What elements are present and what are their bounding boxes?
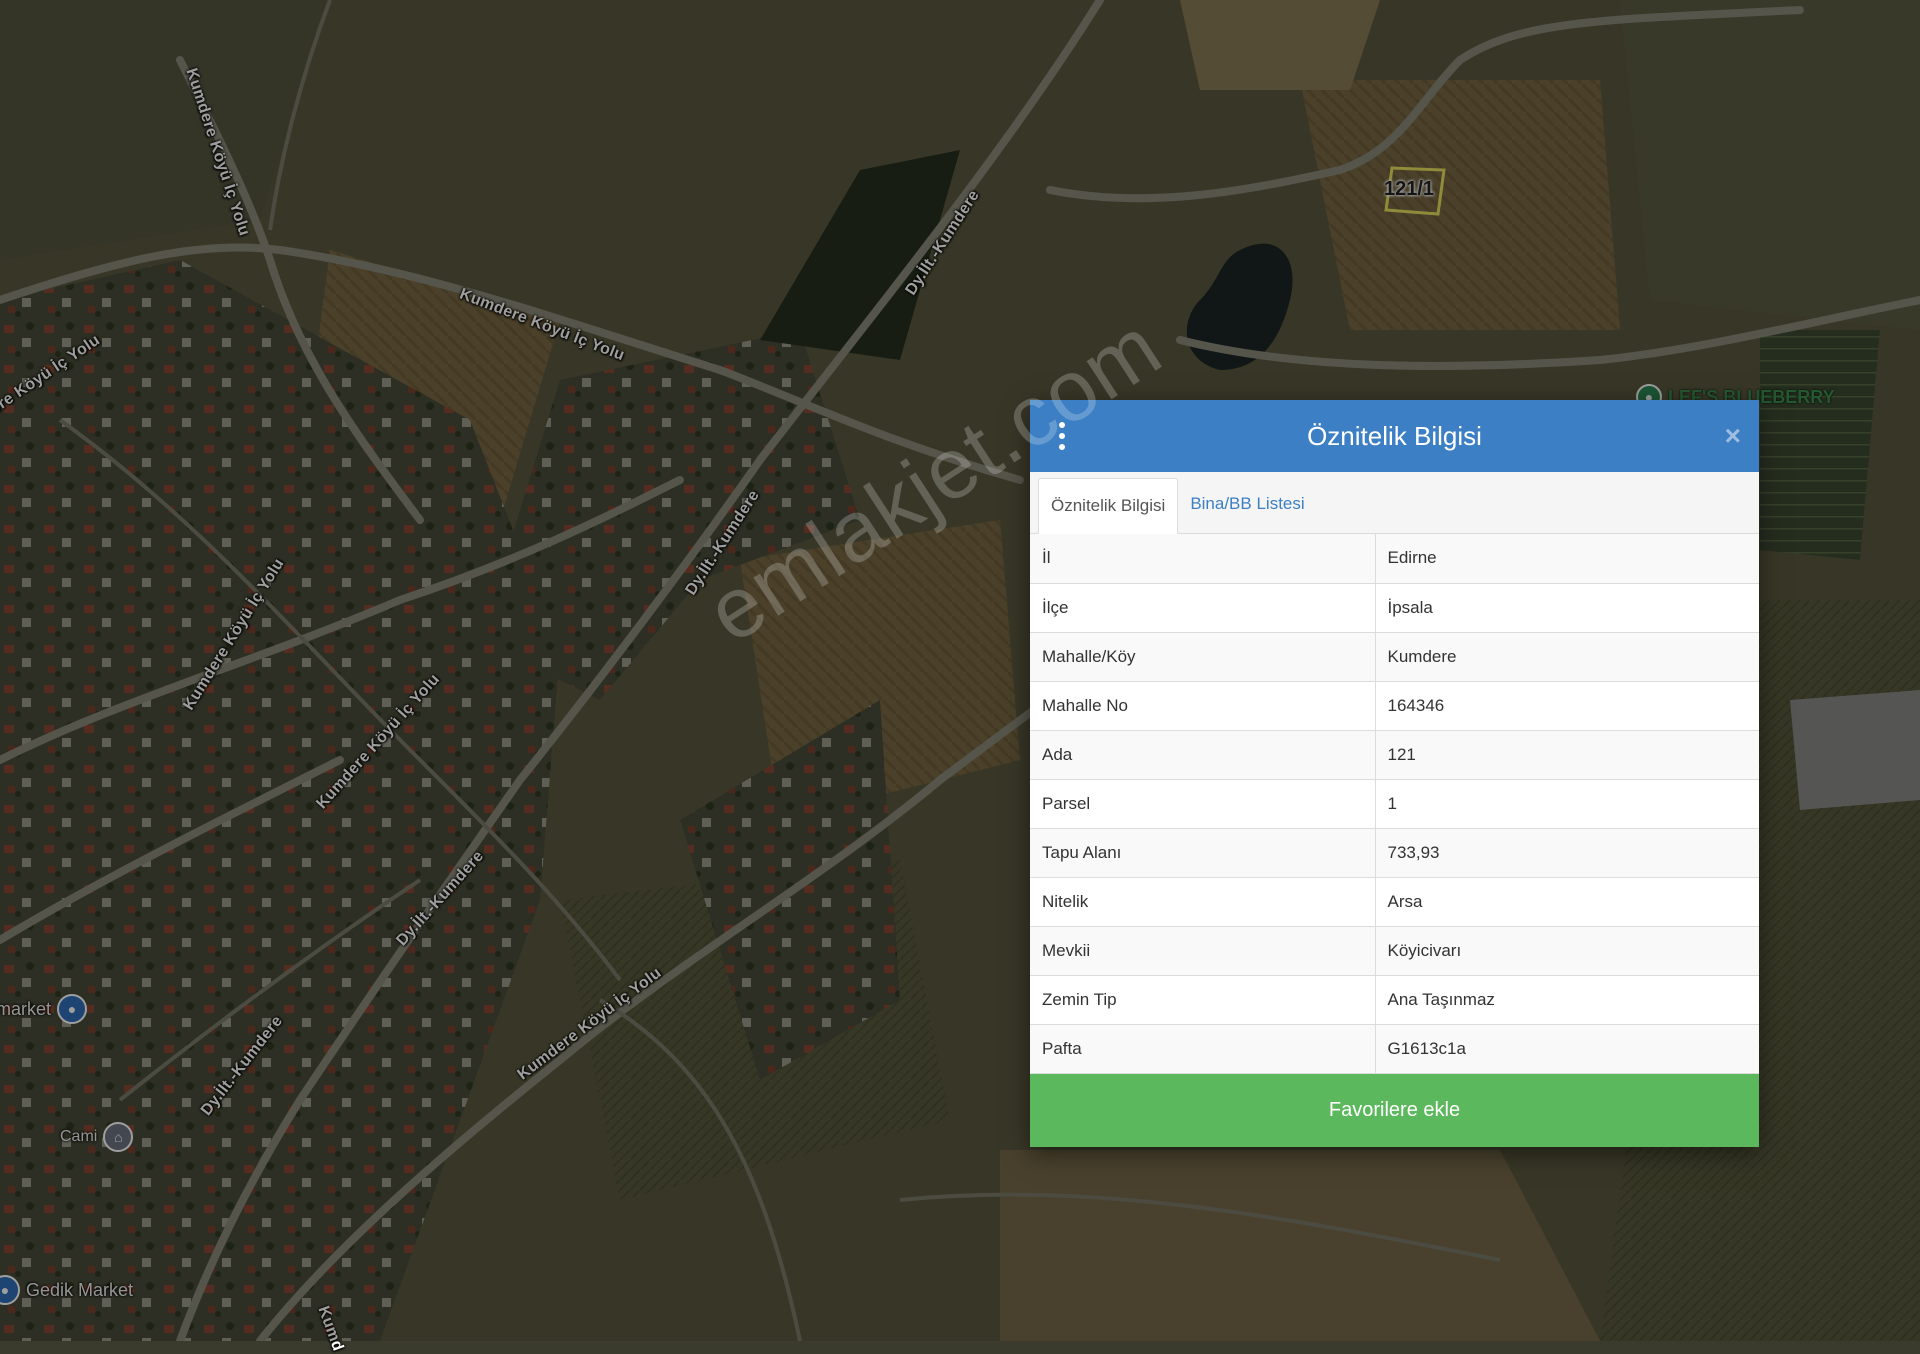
- table-row: Parsel 1: [1030, 779, 1759, 829]
- table-row: Nitelik Arsa: [1030, 877, 1759, 927]
- attr-key: Nitelik: [1030, 877, 1376, 927]
- attr-value: 164346: [1375, 681, 1759, 731]
- attr-key: Mevkii: [1030, 926, 1376, 976]
- attr-value: 1: [1375, 779, 1759, 829]
- attribute-table: İl Edirne İlçe İpsala Mahalle/Köy Kumdere M…: [1030, 534, 1759, 1074]
- table-row: Zemin Tip Ana Taşınmaz: [1030, 975, 1759, 1025]
- attr-key: Pafta: [1030, 1024, 1376, 1074]
- attr-value: İpsala: [1375, 583, 1759, 633]
- attr-value: Kumdere: [1375, 632, 1759, 682]
- close-icon[interactable]: ×: [1725, 419, 1741, 453]
- attr-key: Mahalle No: [1030, 681, 1376, 731]
- modal-tabs: Öznitelik Bilgisi Bina/BB Listesi: [1030, 472, 1759, 534]
- attr-key: İlçe: [1030, 583, 1376, 633]
- table-row: Pafta G1613c1a: [1030, 1024, 1759, 1074]
- attr-key: Parsel: [1030, 779, 1376, 829]
- attr-value: 733,93: [1375, 828, 1759, 878]
- attr-key: Zemin Tip: [1030, 975, 1376, 1025]
- attr-value: Edirne: [1375, 534, 1759, 584]
- table-row: Mahalle/Köy Kumdere: [1030, 632, 1759, 682]
- attr-value: Arsa: [1375, 877, 1759, 927]
- attr-value: 121: [1375, 730, 1759, 780]
- attr-value: G1613c1a: [1375, 1024, 1759, 1074]
- modal-header: Öznitelik Bilgisi ×: [1030, 400, 1759, 472]
- attribute-info-modal: Öznitelik Bilgisi × Öznitelik Bilgisi Bi…: [1030, 400, 1759, 1147]
- tab-building-list[interactable]: Bina/BB Listesi: [1178, 477, 1316, 533]
- attr-key: Ada: [1030, 730, 1376, 780]
- table-row: İl Edirne: [1030, 534, 1759, 584]
- attr-key: Tapu Alanı: [1030, 828, 1376, 878]
- attr-value: Köyicivarı: [1375, 926, 1759, 976]
- attr-key: İl: [1030, 534, 1376, 584]
- tab-attribute-info[interactable]: Öznitelik Bilgisi: [1038, 478, 1179, 534]
- kebab-menu-icon[interactable]: [1052, 422, 1072, 450]
- table-row: Mahalle No 164346: [1030, 681, 1759, 731]
- attr-value: Ana Taşınmaz: [1375, 975, 1759, 1025]
- table-row: Ada 121: [1030, 730, 1759, 780]
- table-row: İlçe İpsala: [1030, 583, 1759, 633]
- table-row: Mevkii Köyicivarı: [1030, 926, 1759, 976]
- attr-key: Mahalle/Köy: [1030, 632, 1376, 682]
- add-to-favorites-button[interactable]: Favorilere ekle: [1030, 1073, 1759, 1147]
- modal-title: Öznitelik Bilgisi: [1307, 420, 1482, 451]
- table-row: Tapu Alanı 733,93: [1030, 828, 1759, 878]
